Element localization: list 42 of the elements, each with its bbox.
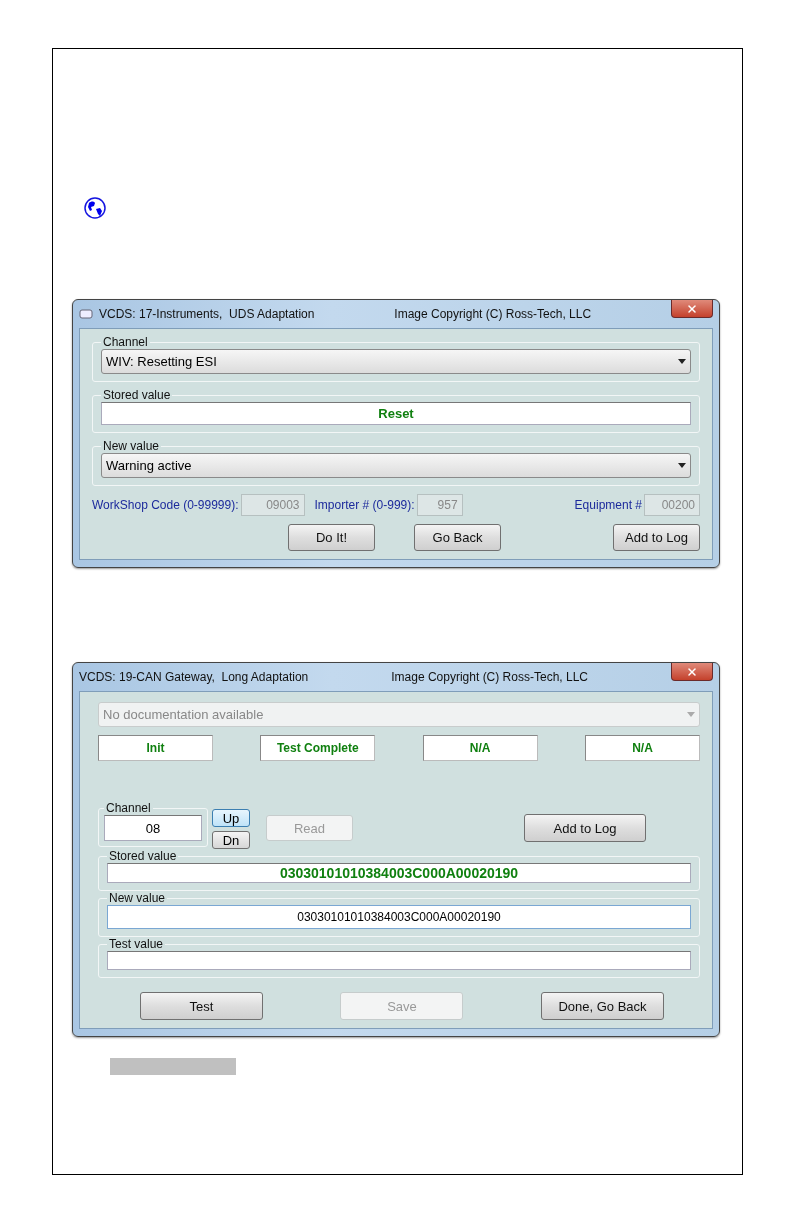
stored-value-field: Reset: [101, 402, 691, 425]
group-label: Stored value: [102, 388, 172, 402]
code-label: WorkShop Code (0-99999):: [92, 498, 239, 512]
caret-icon: [678, 463, 686, 468]
caret-icon: [678, 359, 686, 364]
status-field: N/A: [422, 735, 538, 761]
stored-value-field: 03030101010384003C000A00020190: [107, 863, 691, 883]
group-label: New value: [108, 891, 167, 905]
group-label: New value: [102, 439, 161, 453]
step-button[interactable]: Dn: [212, 831, 250, 849]
code-label: Equipment #: [574, 498, 642, 512]
dialog-button[interactable]: Test: [140, 992, 263, 1020]
status-field: Init: [98, 735, 213, 761]
add-to-log-button[interactable]: Add to Log: [524, 814, 646, 842]
code-label: Importer # (0-999):: [314, 498, 415, 512]
close-button[interactable]: [671, 300, 713, 318]
status-field: N/A: [585, 735, 700, 761]
globe-icon: [84, 197, 106, 219]
copyright-text: Image Copyright (C) Ross-Tech, LLC: [393, 307, 593, 321]
dialog-button[interactable]: Add to Log: [613, 524, 700, 551]
close-icon: [686, 665, 698, 678]
dialog-button[interactable]: Go Back: [414, 524, 501, 551]
new-value-dropdown[interactable]: Warning active: [101, 453, 691, 478]
group-label: Test value: [108, 937, 165, 951]
app-icon: [79, 309, 93, 319]
close-button[interactable]: [671, 663, 713, 681]
status-field: Test Complete: [260, 735, 376, 761]
new-value-field[interactable]: 03030101010384003C000A00020190: [107, 905, 691, 929]
window-title: VCDS: 19-CAN Gateway, Long Adaptation: [79, 670, 309, 684]
test-value-field[interactable]: [107, 951, 691, 970]
group-label: Channel: [105, 801, 152, 815]
dialog-button[interactable]: Done, Go Back: [541, 992, 664, 1020]
group-label: Stored value: [108, 849, 178, 863]
group-label: Channel: [102, 335, 149, 349]
dialog-button[interactable]: Do It!: [288, 524, 375, 551]
caret-icon: [687, 712, 695, 717]
window-title: VCDS: 17-Instruments, UDS Adaptation: [99, 307, 315, 321]
step-button[interactable]: Up: [212, 809, 250, 827]
close-icon: [686, 302, 698, 315]
channel-field[interactable]: 08: [104, 815, 202, 841]
copyright-text: Image Copyright (C) Ross-Tech, LLC: [390, 670, 589, 684]
channel-dropdown[interactable]: WIV: Resetting ESI: [101, 349, 691, 374]
